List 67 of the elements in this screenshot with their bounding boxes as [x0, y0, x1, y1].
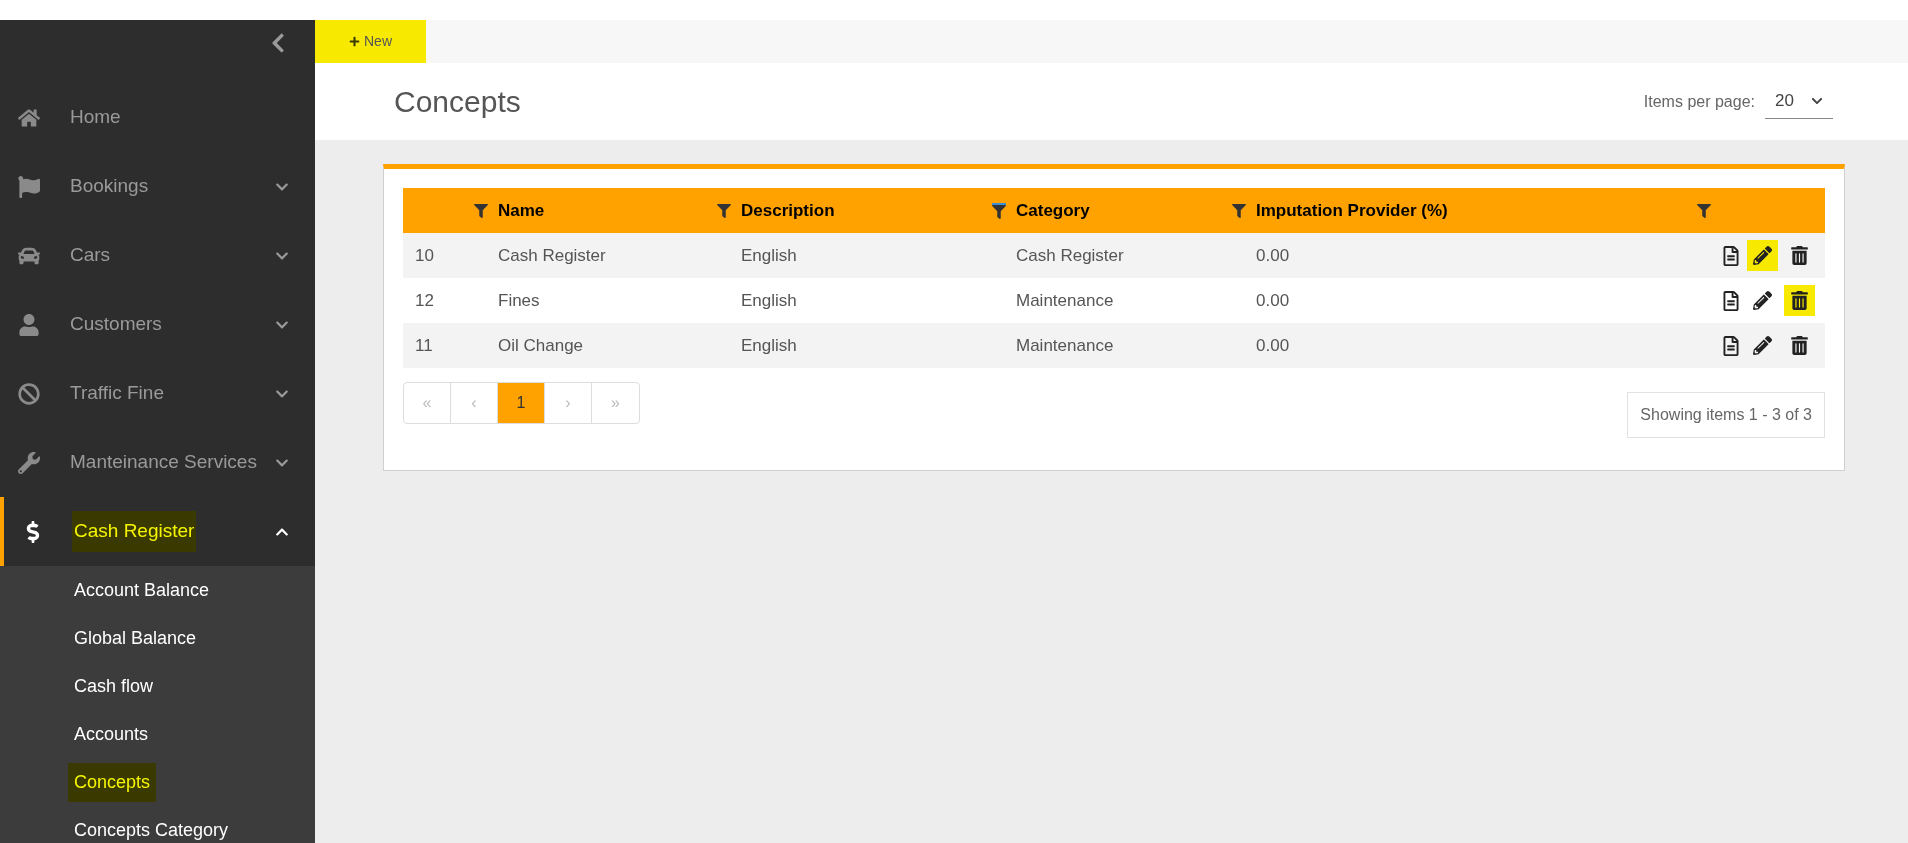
- sidebar-item[interactable]: Traffic Fine: [0, 359, 315, 428]
- table-cell-text: 0.00: [1256, 289, 1291, 312]
- items-per-page-select[interactable]: 20: [1765, 84, 1833, 119]
- pencil-icon: [1753, 336, 1772, 355]
- table-cell-text: Fines: [498, 289, 541, 312]
- sidebar-item[interactable]: Bookings: [0, 152, 315, 221]
- new-button[interactable]: New: [315, 20, 426, 63]
- table-cell-text: Cash Register: [498, 244, 607, 267]
- table-cell-text: English: [741, 244, 798, 267]
- document-icon[interactable]: [1721, 335, 1741, 356]
- wrench-icon: [18, 451, 40, 474]
- pencil-icon: [1753, 291, 1772, 310]
- trash-icon: [1790, 291, 1809, 310]
- filter-icon[interactable]: [1232, 203, 1246, 218]
- filter-icon[interactable]: [992, 202, 1006, 219]
- ban-icon: [18, 382, 40, 405]
- sidebar-item[interactable]: Manteinance Services: [0, 428, 315, 497]
- table-cell-text: 12: [414, 289, 435, 312]
- table-cell-text: English: [741, 289, 798, 312]
- table-cell-text: English: [741, 334, 798, 357]
- flag-icon: [18, 175, 40, 198]
- submenu-item[interactable]: Cash flow: [68, 666, 160, 706]
- column-header: Imputation Provider (%): [1256, 199, 1448, 222]
- column-header: Category: [1016, 199, 1090, 222]
- pencil-icon: [1753, 246, 1772, 265]
- items-summary: Showing items 1 - 3 of 3: [1627, 392, 1825, 438]
- caret-icon: [1811, 95, 1823, 107]
- page-button[interactable]: 1: [498, 383, 545, 423]
- table-cell-text: Oil Change: [498, 334, 585, 357]
- sidebar-item[interactable]: Customers: [0, 290, 315, 359]
- document-icon[interactable]: [1721, 290, 1741, 311]
- filter-icon[interactable]: [717, 203, 731, 218]
- submenu-item[interactable]: Account Balance: [68, 570, 216, 610]
- sidebar-item[interactable]: Cars: [0, 221, 315, 290]
- sidebar-label: Cash Register: [72, 511, 197, 552]
- sidebar-item[interactable]: Home: [0, 83, 315, 152]
- sidebar-label: Home: [69, 105, 122, 130]
- trash-icon: [1790, 246, 1809, 265]
- table-cell-text: 0.00: [1256, 244, 1291, 267]
- items-per-page-label: Items per page:: [1643, 91, 1755, 112]
- sidebar-label: Cars: [69, 243, 112, 268]
- delete-button[interactable]: [1784, 285, 1815, 316]
- submenu-item[interactable]: Global Balance: [68, 618, 203, 658]
- sidebar-label: Bookings: [69, 174, 150, 199]
- table-cell-text: 11: [414, 334, 434, 357]
- table-cell-text: 10: [414, 244, 435, 267]
- submenu-item[interactable]: Concepts: [68, 762, 157, 802]
- sidebar-label: Traffic Fine: [69, 381, 165, 406]
- table-cell-text: Maintenance: [1016, 289, 1115, 312]
- home-icon: [18, 106, 40, 129]
- sidebar-label: Manteinance Services: [69, 450, 258, 475]
- page-title: Concepts: [394, 84, 521, 120]
- filter-icon[interactable]: [1697, 203, 1711, 218]
- trash-icon: [1790, 336, 1809, 355]
- document-icon[interactable]: [1721, 245, 1741, 266]
- submenu-item[interactable]: Concepts Category: [68, 810, 235, 843]
- plus-icon: [349, 36, 360, 47]
- table-cell-text: Cash Register: [1016, 244, 1125, 267]
- table-cell-text: 0.00: [1256, 334, 1291, 357]
- column-header: Name: [498, 199, 545, 222]
- filter-icon[interactable]: [474, 203, 488, 218]
- sidebar-label: Customers: [69, 312, 163, 337]
- submenu-item[interactable]: Accounts: [68, 714, 155, 754]
- column-header: Description: [741, 199, 835, 222]
- user-icon: [18, 313, 40, 336]
- table-cell-text: Maintenance: [1016, 334, 1115, 357]
- edit-button[interactable]: [1747, 240, 1778, 271]
